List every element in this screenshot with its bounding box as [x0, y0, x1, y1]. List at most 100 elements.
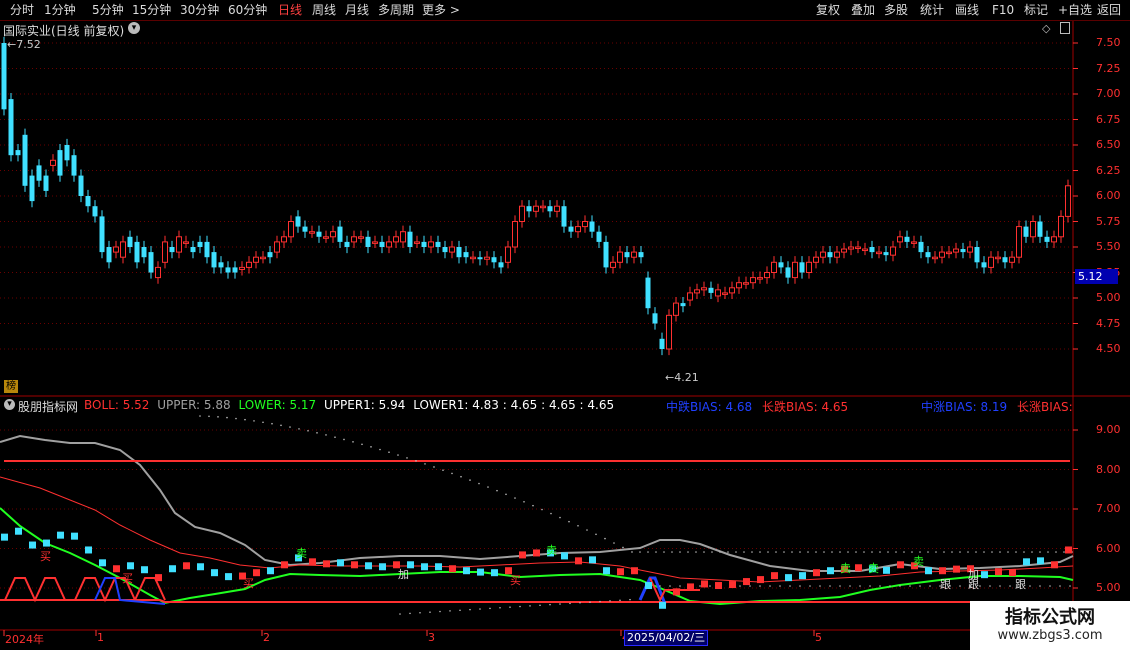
candle-body: [1016, 226, 1022, 258]
current-price-tag: 5.12: [1075, 269, 1118, 284]
envelope-dot: [655, 551, 657, 553]
candle-body: [288, 221, 294, 238]
envelope-dot: [449, 610, 451, 612]
envelope-dot: [669, 585, 671, 587]
indicator-block: [141, 566, 148, 574]
indicator-block: [533, 549, 540, 557]
candle-body: [848, 246, 854, 250]
envelope-dot: [469, 608, 471, 611]
envelope-dot: [442, 469, 444, 471]
candle-body: [141, 247, 147, 258]
envelope-dot: [759, 585, 761, 587]
candle-body: [309, 231, 315, 234]
long-rise-bias: 长涨BIAS: 8.1: [1017, 400, 1073, 414]
indicator-block: [1, 533, 8, 541]
envelope-dot: [325, 434, 327, 436]
candle-body: [939, 251, 945, 258]
candle-body: [407, 231, 413, 247]
price-axis-label: 7.00: [1096, 87, 1121, 100]
candle-body: [694, 289, 700, 294]
candle-body: [1030, 221, 1036, 238]
envelope-dot: [809, 585, 811, 587]
candle-body: [491, 257, 497, 263]
indicator-values: BOLL: 5.52 UPPER: 5.88 LOWER: 5.17 UPPER…: [84, 398, 614, 412]
candle-body: [1065, 185, 1071, 217]
envelope-dot: [1039, 551, 1041, 553]
envelope-dot: [743, 551, 745, 553]
lower-value: LOWER: 5.17: [238, 398, 317, 412]
candle-body: [778, 262, 784, 268]
envelope-dot: [262, 421, 264, 424]
envelope-dot: [1031, 551, 1033, 553]
indicator-block: [351, 561, 358, 569]
indicator-block: [995, 568, 1002, 576]
candle-body: [946, 251, 952, 255]
candle-body: [99, 216, 105, 253]
crosshair-date-tag: 2025/04/02/三: [624, 630, 709, 646]
candle-body: [29, 175, 35, 202]
envelope-dot: [469, 479, 471, 481]
x-axis-label: 3: [428, 631, 435, 644]
envelope-dot: [879, 585, 881, 587]
envelope-dot: [807, 551, 809, 553]
candle-body: [862, 248, 868, 252]
candle-body: [547, 206, 553, 212]
candle-body: [568, 226, 574, 232]
envelope-dot: [622, 546, 624, 549]
candle-body: [757, 277, 763, 280]
envelope-dot: [199, 415, 201, 417]
indicator-menu-icon[interactable]: ▾: [4, 399, 15, 410]
candle-body: [365, 236, 371, 247]
indicator-block: [421, 563, 428, 571]
candle-body: [687, 292, 693, 301]
envelope-dot: [663, 551, 665, 553]
candle-body: [638, 252, 644, 258]
envelope-dot: [433, 466, 435, 468]
envelope-dot: [499, 606, 501, 609]
envelope-dot: [334, 436, 336, 438]
envelope-dot: [749, 585, 751, 587]
envelope-dot: [271, 422, 273, 425]
ranking-badge[interactable]: 榜: [4, 380, 18, 393]
envelope-dot: [639, 551, 641, 553]
bias-values-left: 中跌BIAS: 4.68 长跌BIAS: 4.65: [666, 398, 848, 415]
indicator-block: [715, 582, 722, 590]
indicator-name[interactable]: 股朋指标网: [18, 398, 78, 415]
envelope-dot: [709, 585, 711, 587]
envelope-dot: [899, 585, 901, 587]
envelope-dot: [208, 415, 210, 418]
envelope-dot: [839, 551, 841, 553]
envelope-dot: [767, 551, 769, 553]
candle-body: [624, 252, 630, 258]
candle-body: [645, 277, 651, 309]
candle-body: [295, 216, 301, 227]
envelope-dot: [983, 551, 985, 553]
candle-body: [43, 175, 49, 191]
envelope-dot: [935, 551, 937, 553]
candle-body: [274, 241, 280, 253]
candle-body: [372, 241, 378, 244]
candle-body: [722, 292, 728, 295]
candle-body: [771, 261, 777, 273]
candle-body: [421, 241, 427, 247]
envelope-dot: [451, 472, 453, 475]
kline-chart[interactable]: [0, 0, 1130, 650]
candle-body: [785, 267, 791, 278]
candle-body: [750, 277, 756, 284]
candle-body: [799, 262, 805, 273]
candle-body: [120, 241, 126, 258]
indicator-block: [1037, 557, 1044, 565]
candle-body: [400, 231, 406, 243]
sell-signal-marker: 卖: [296, 547, 307, 560]
candle-body: [505, 246, 511, 263]
candle-body: [652, 313, 658, 324]
diamond-icon[interactable]: ◇: [1042, 22, 1050, 35]
candle-body: [904, 236, 910, 242]
candle-body: [708, 287, 714, 293]
envelope-dot: [819, 585, 821, 587]
envelope-dot: [735, 551, 737, 553]
layout-toggle-icon[interactable]: [1060, 22, 1070, 34]
envelope-dot: [903, 551, 905, 553]
x-axis-label: 2024年: [5, 633, 44, 646]
chevron-down-icon[interactable]: ▾: [128, 22, 140, 34]
